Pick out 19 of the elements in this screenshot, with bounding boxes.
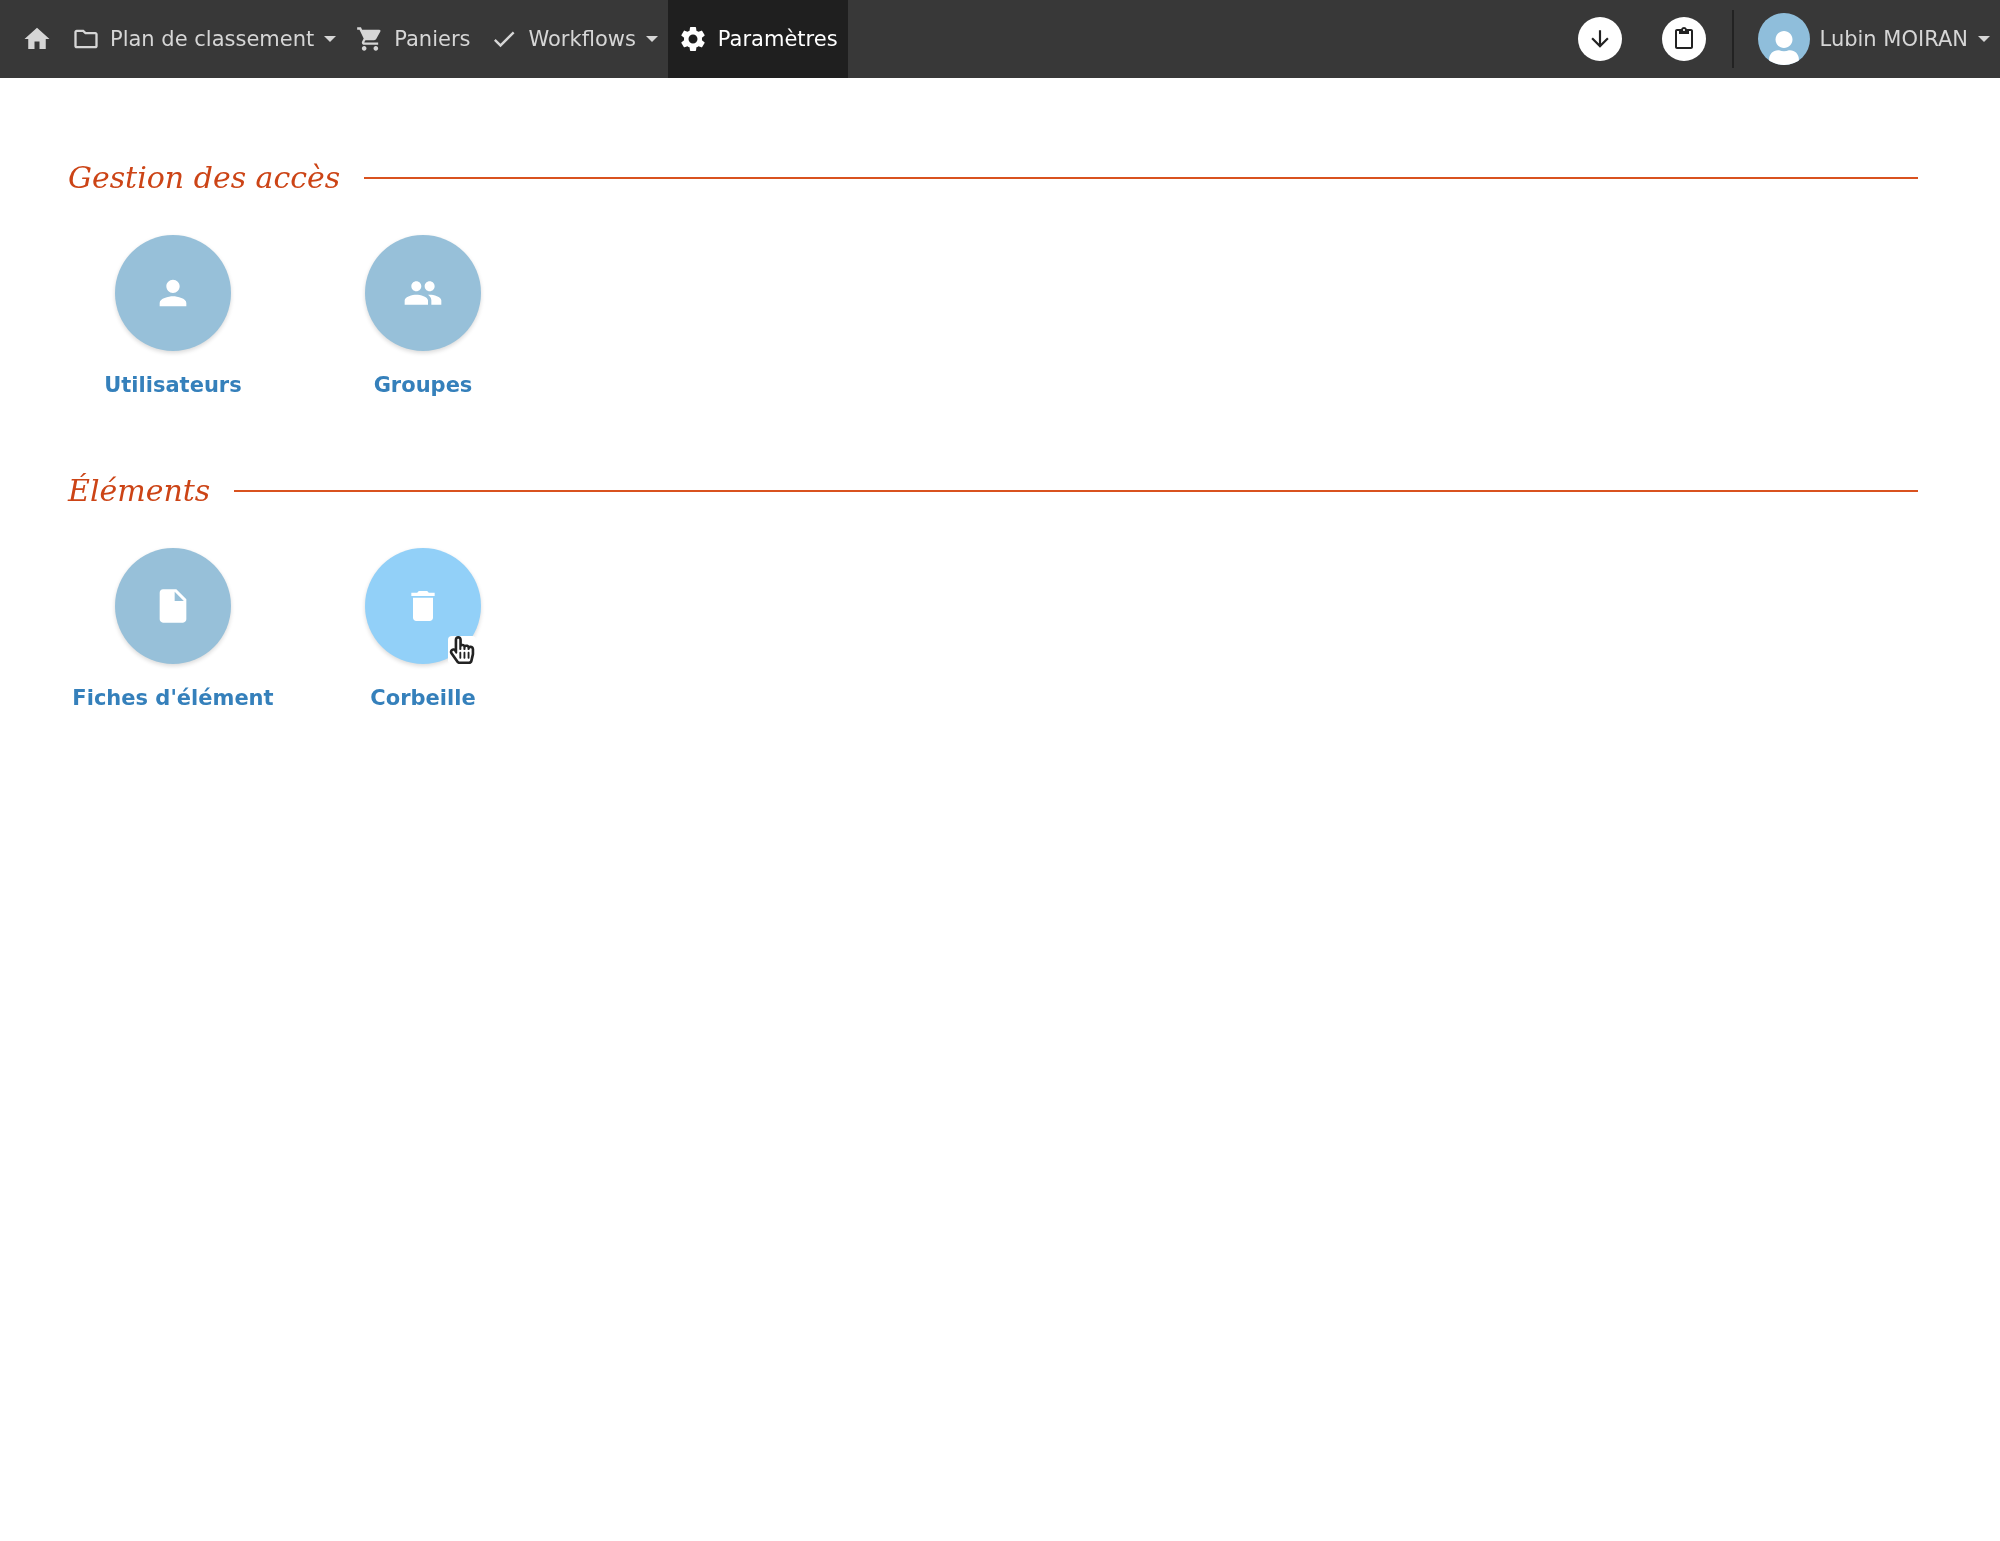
nav-item[interactable]: Paramètres	[667, 0, 848, 78]
settings-tile[interactable]: Corbeille	[318, 548, 528, 710]
clipboard-button[interactable]	[1661, 17, 1706, 61]
hand-cursor-icon	[448, 636, 476, 664]
avatar-icon	[1757, 13, 1810, 65]
section-title: Éléments	[68, 473, 211, 508]
settings-tile[interactable]: Utilisateurs	[68, 235, 278, 397]
user-menu[interactable]: Lubin MOIRAN	[1747, 0, 2000, 78]
nav-item[interactable]: Workflows	[480, 0, 668, 78]
settings-tile[interactable]: Groupes	[318, 235, 528, 397]
tile-label: Groupes	[373, 373, 473, 397]
tile-label: Fiches d'élément	[72, 686, 274, 710]
download-button[interactable]	[1577, 17, 1622, 61]
tile-label: Utilisateurs	[104, 373, 242, 397]
nav-item[interactable]: Paniers	[346, 0, 481, 78]
section-title: Gestion des accès	[68, 160, 341, 195]
settings-tile[interactable]: Fiches d'élément	[68, 548, 278, 710]
tile-label: Corbeille	[370, 686, 476, 710]
nav-item[interactable]: Plan de classement	[62, 0, 347, 78]
